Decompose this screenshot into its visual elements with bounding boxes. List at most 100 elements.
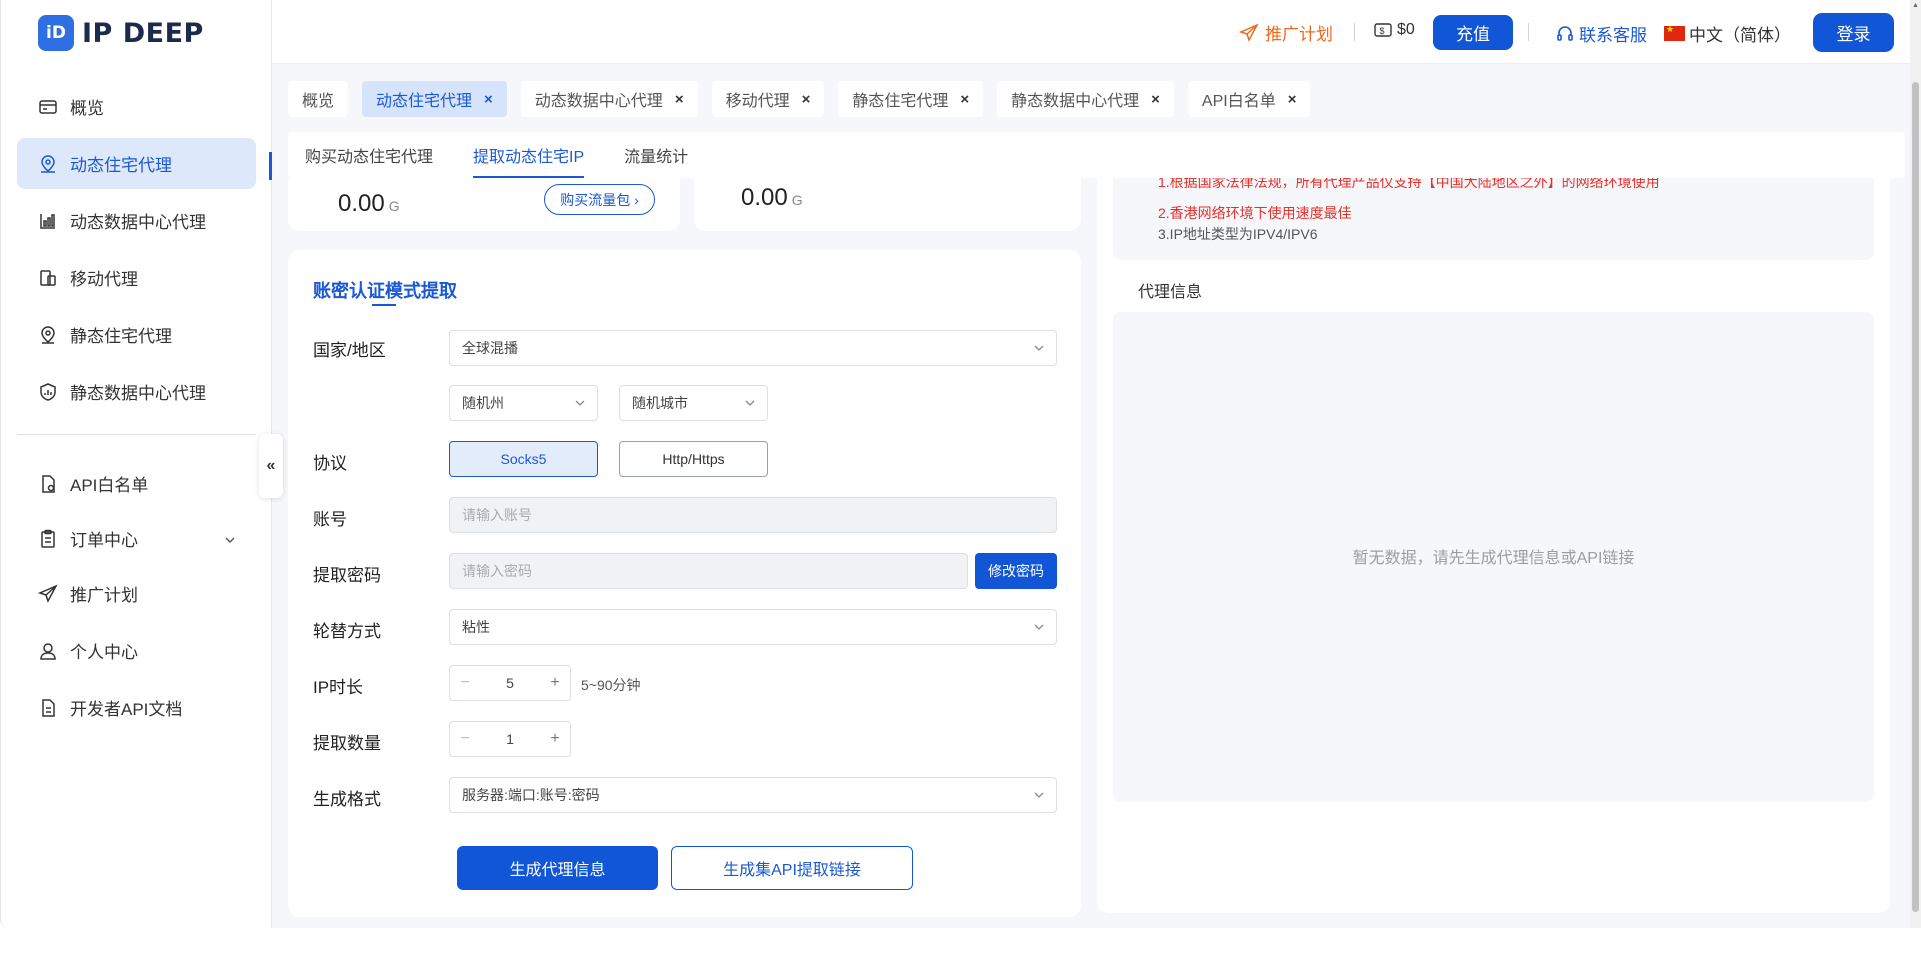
city-select[interactable]: 随机城市 [619, 385, 768, 421]
sidebar-item-orders[interactable]: 订单中心 [17, 513, 256, 564]
sidebar-collapse-button[interactable]: « [259, 434, 283, 498]
state-select[interactable]: 随机州 [449, 385, 598, 421]
protocol-socks5-button[interactable]: Socks5 [449, 441, 598, 477]
sidebar-item-label: 动态住宅代理 [70, 156, 172, 175]
tab-label: 移动代理 [725, 93, 790, 110]
sidebar-item-label: 静态住宅代理 [70, 327, 172, 346]
subtab-traffic-stats[interactable]: 流量统计 [624, 132, 688, 178]
minus-icon[interactable]: − [450, 730, 480, 748]
duration-value[interactable]: 5 [480, 675, 540, 691]
plus-icon[interactable]: + [540, 730, 570, 748]
buy-package-button[interactable]: 购买流量包 › [544, 184, 655, 215]
chevron-down-icon [1032, 788, 1046, 805]
sidebar-item-dynamic-datacenter[interactable]: 动态数据中心代理 [17, 195, 256, 246]
sidebar-item-label: 开发者API文档 [70, 700, 183, 719]
header-divider [1528, 23, 1529, 41]
account-label: 账号 [313, 510, 347, 529]
traffic-unit: G [388, 198, 400, 214]
country-label: 国家/地区 [313, 341, 386, 360]
close-icon[interactable]: × [1151, 91, 1160, 108]
format-value: 服务器:端口:账号:密码 [462, 787, 600, 803]
format-select[interactable]: 服务器:端口:账号:密码 [449, 777, 1057, 813]
protocol-label: 协议 [313, 454, 347, 473]
app-window: iD IP DEEP 概览 动态住宅代理 动态数据中心代理 移动代理 静态住宅代… [0, 0, 1910, 928]
tab-static-residential[interactable]: 静态住宅代理 × [838, 81, 984, 117]
location-user-icon [37, 153, 59, 175]
tab-api-whitelist[interactable]: API白名单 × [1187, 81, 1311, 117]
close-icon[interactable]: × [484, 91, 493, 108]
sidebar-item-api-docs[interactable]: 开发者API文档 [17, 682, 256, 733]
chart-icon [37, 210, 59, 232]
sidebar-item-label: 概览 [70, 99, 104, 118]
country-value: 全球混播 [462, 340, 518, 356]
close-icon[interactable]: × [960, 91, 969, 108]
sidebar-item-static-residential[interactable]: 静态住宅代理 [17, 309, 256, 360]
language-selector[interactable]: 中文（简体） [1664, 21, 1791, 46]
generate-proxy-button[interactable]: 生成代理信息 [457, 846, 658, 890]
plus-icon[interactable]: + [540, 674, 570, 692]
country-select[interactable]: 全球混播 [449, 330, 1057, 366]
tab-label: 静态住宅代理 [852, 93, 949, 110]
login-button[interactable]: 登录 [1813, 13, 1894, 52]
sidebar-item-mobile[interactable]: 移动代理 [17, 252, 256, 303]
document-icon [37, 697, 59, 719]
tab-label: 动态住宅代理 [376, 93, 473, 110]
close-icon[interactable]: × [1288, 91, 1297, 108]
clipboard-icon [37, 528, 59, 550]
page-scrollbar[interactable]: ▲ [1910, 0, 1921, 928]
wallet-icon: $ [1374, 23, 1392, 37]
traffic-number: 0.00 [741, 184, 788, 211]
extraction-form: 账密认证模式提取 国家/地区 全球混播 随机州 随机城市 协议 Socks5 H… [288, 250, 1081, 917]
count-value[interactable]: 1 [480, 731, 540, 747]
state-value: 随机州 [462, 395, 504, 411]
header-divider [1354, 23, 1355, 41]
tab-dynamic-residential[interactable]: 动态住宅代理 × [362, 81, 507, 117]
traffic-number: 0.00 [338, 190, 385, 217]
chevron-down-icon [224, 531, 236, 551]
tab-static-datacenter[interactable]: 静态数据中心代理 × [997, 81, 1174, 117]
sidebar-item-profile[interactable]: 个人中心 [17, 625, 256, 676]
page-tabs: 概览 动态住宅代理 × 动态数据中心代理 × 移动代理 × 静态住宅代理 × 静态数据中… [288, 81, 1324, 117]
sidebar-item-static-datacenter[interactable]: 静态数据中心代理 [17, 366, 256, 417]
subtab-extract[interactable]: 提取动态住宅IP [473, 132, 585, 178]
traffic-card-right: 0.00 G [694, 178, 1081, 231]
rotation-label: 轮替方式 [313, 622, 381, 641]
sidebar-item-overview[interactable]: 概览 [17, 81, 256, 132]
count-label: 提取数量 [313, 734, 381, 753]
account-input[interactable]: 请输入账号 [449, 497, 1057, 533]
scrollbar-thumb[interactable] [1912, 82, 1919, 912]
password-input[interactable]: 请输入密码 [449, 553, 968, 589]
header-promo-link[interactable]: 推广计划 [1239, 20, 1333, 45]
format-label: 生成格式 [313, 790, 381, 809]
logo-icon: iD [38, 15, 74, 51]
empty-state-message: 暂无数据，请先生成代理信息或API链接 [1352, 550, 1635, 567]
sidebar-item-dynamic-residential[interactable]: 动态住宅代理 [17, 138, 256, 189]
duration-hint: 5~90分钟 [581, 677, 641, 693]
tab-label: 概览 [302, 93, 335, 110]
chevron-down-icon [1032, 620, 1046, 637]
close-icon[interactable]: × [802, 91, 811, 108]
sidebar-item-promotion[interactable]: 推广计划 [17, 568, 256, 619]
headset-icon [1557, 25, 1573, 41]
recharge-button[interactable]: 充值 [1433, 15, 1513, 50]
sidebar-item-label: 个人中心 [70, 643, 138, 662]
sidebar-item-api-whitelist[interactable]: API白名单 [17, 458, 256, 509]
logo[interactable]: iD IP DEEP [38, 15, 204, 51]
count-stepper[interactable]: − 1 + [449, 721, 571, 757]
subtab-buy[interactable]: 购买动态住宅代理 [305, 132, 433, 178]
tab-mobile[interactable]: 移动代理 × [711, 81, 825, 117]
protocol-http-button[interactable]: Http/Https [619, 441, 768, 477]
tab-dynamic-datacenter[interactable]: 动态数据中心代理 × [520, 81, 698, 117]
china-flag-icon [1664, 24, 1685, 41]
close-icon[interactable]: × [675, 91, 684, 108]
minus-icon[interactable]: − [450, 674, 480, 692]
mobile-icon [37, 267, 59, 289]
balance-value: $0 [1397, 21, 1415, 38]
scroll-up-icon[interactable]: ▲ [1912, 2, 1919, 9]
generate-api-link-button[interactable]: 生成集API提取链接 [671, 846, 913, 890]
contact-support-link[interactable]: 联系客服 [1555, 21, 1647, 46]
change-password-button[interactable]: 修改密码 [975, 553, 1057, 589]
tab-overview[interactable]: 概览 [288, 81, 349, 117]
duration-stepper[interactable]: − 5 + [449, 665, 571, 701]
rotation-select[interactable]: 粘性 [449, 609, 1057, 645]
